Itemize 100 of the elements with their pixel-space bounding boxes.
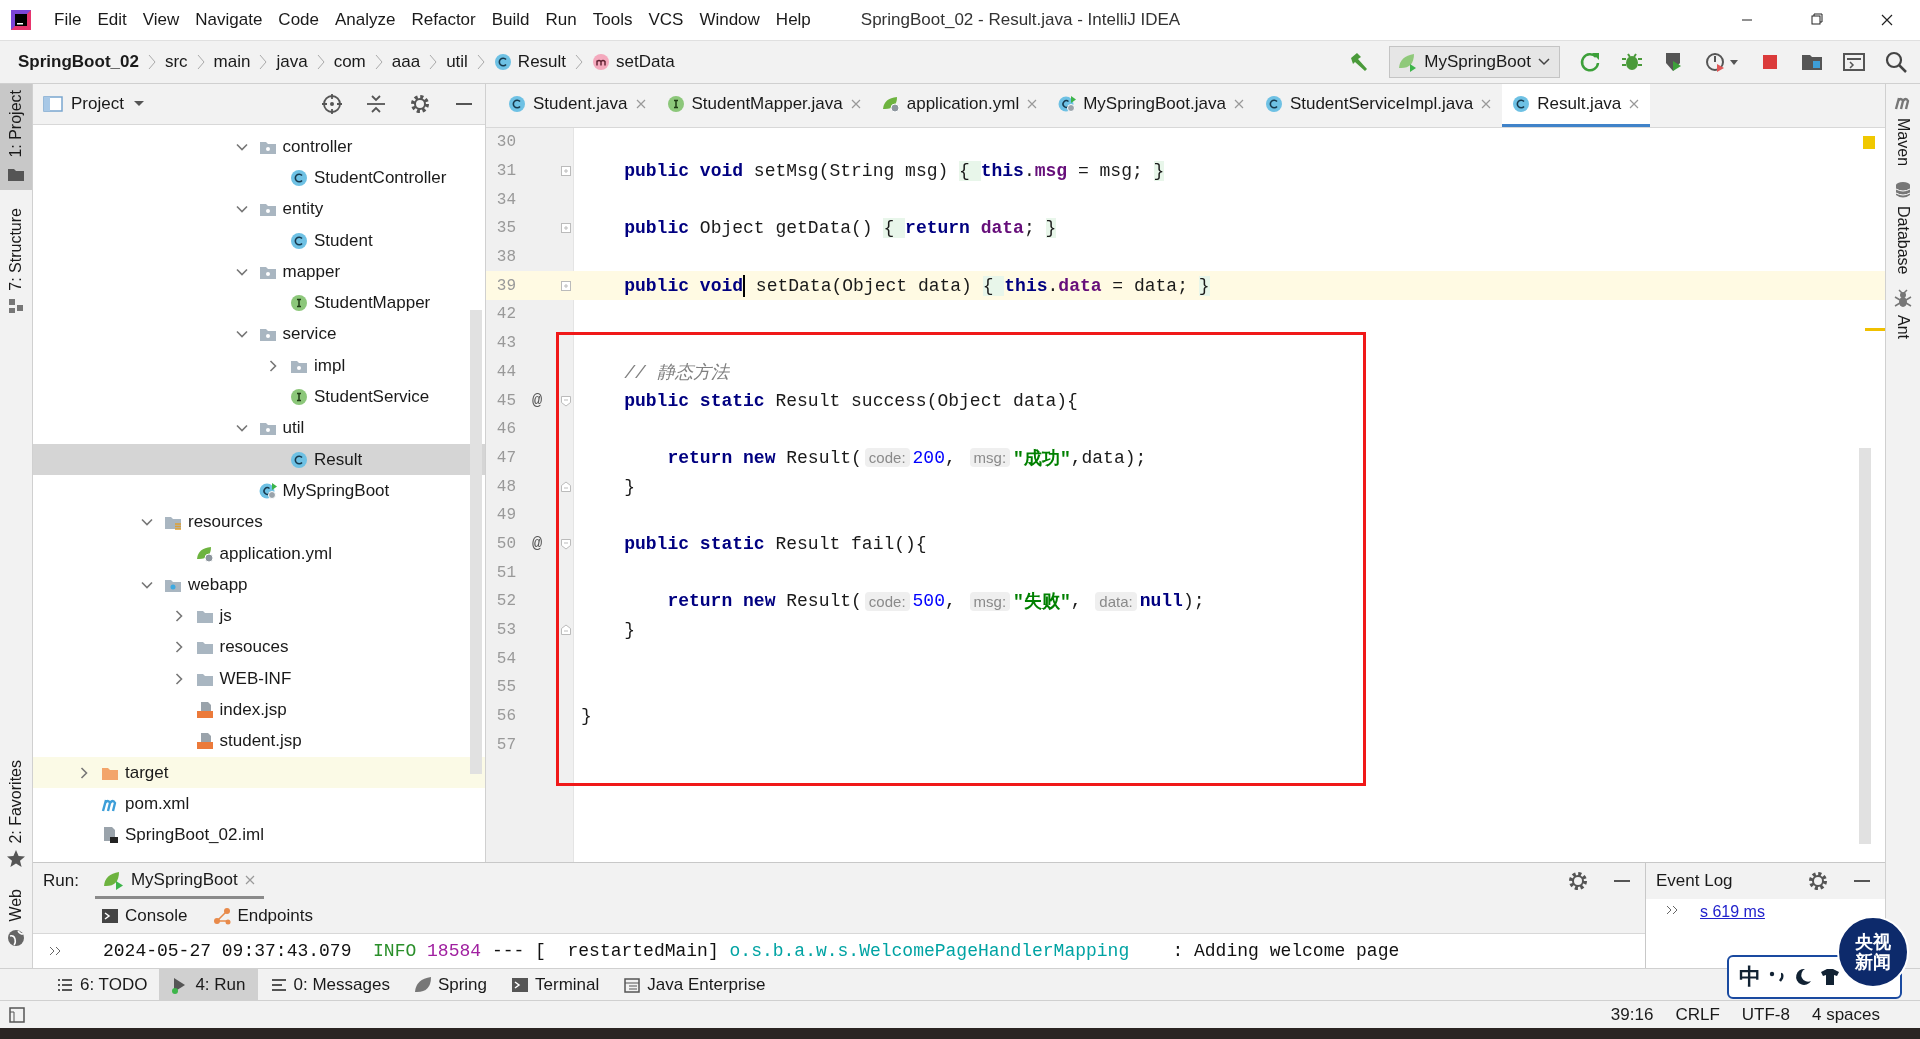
tool-window-tab[interactable]: 0: Messages (257, 969, 402, 1000)
status-item[interactable]: UTF-8 (1741, 1004, 1790, 1025)
tree-item[interactable]: resources (33, 506, 485, 538)
console-tab[interactable]: Endpoints (213, 906, 313, 926)
code-line: public void setMsg(String msg) { this.msg = msg; } (623, 161, 1165, 182)
line-number: 51 (495, 563, 516, 582)
menu-item[interactable]: Help (767, 6, 819, 34)
line-number: 34 (495, 190, 516, 209)
breadcrumb[interactable]: aaa (391, 52, 421, 72)
menu-item[interactable]: Edit (89, 6, 135, 34)
tool-window-tab[interactable]: 4: Run (159, 969, 258, 1000)
code-line: return new Result( code: 200, msg: "成功",data); (666, 446, 1147, 470)
line-number: 42 (495, 305, 516, 324)
tool-window-button[interactable]: 1: Project (0, 84, 32, 190)
tree-item[interactable]: resouces (33, 631, 485, 664)
tree-item[interactable]: service (33, 318, 485, 351)
tree-item[interactable]: WEB-INF (33, 663, 485, 695)
tree-item[interactable]: util (33, 412, 485, 444)
run-configuration-dropdown[interactable]: MySpringBoot (1389, 46, 1560, 78)
line-number: 45 (495, 391, 516, 410)
tree-item[interactable]: StudentService (33, 381, 485, 413)
menu-item[interactable]: VCS (640, 6, 692, 34)
menu-item[interactable]: Tools (584, 6, 641, 34)
tree-item[interactable]: student.jsp (33, 725, 485, 757)
tool-window-tab[interactable]: Terminal (499, 969, 612, 1000)
console-line: 2024-05-27 09:37:43.079 INFO 18584 --- [ restartedMain] o.s.b.a.w.s.WelcomePageHandlerMapping : Adding welcome page (103, 941, 1400, 961)
tree-item[interactable]: webapp (33, 569, 485, 601)
menu-item[interactable]: Window (691, 6, 768, 34)
code-line: } (623, 620, 635, 641)
code-line: public static Result fail(){ (623, 533, 927, 554)
line-number: 56 (495, 707, 516, 726)
line-number: 48 (495, 477, 516, 496)
menu-item[interactable]: View (134, 6, 188, 34)
code-line: return new Result( code: 500, msg: "失败", data: null); (666, 590, 1205, 614)
status-item[interactable]: 4 spaces (1811, 1004, 1880, 1025)
line-number: 52 (495, 592, 516, 611)
breadcrumb[interactable]: com (333, 52, 366, 72)
tree-item[interactable]: entity (33, 193, 485, 225)
input-mode[interactable]: 中 (1739, 962, 1761, 992)
tool-window-tab[interactable]: Spring (401, 969, 500, 1000)
tree-item[interactable]: impl (33, 350, 485, 382)
log-link[interactable]: s 619 ms (1700, 903, 1765, 921)
breadcrumb[interactable]: java (276, 52, 308, 72)
tree-item[interactable]: Result (33, 443, 485, 476)
override-marker[interactable]: @ (531, 534, 543, 554)
editor-tab[interactable]: StudentServiceImpl.java (1254, 84, 1503, 127)
menu-item[interactable]: Refactor (403, 6, 484, 34)
tree-item[interactable]: index.jsp (33, 694, 485, 726)
line-number: 50 (495, 534, 516, 553)
console-tab[interactable]: Console (101, 906, 188, 926)
breadcrumb[interactable]: util (446, 52, 468, 72)
panel-label: Run: (43, 871, 79, 891)
tool-window-button[interactable]: 7: Structure (0, 201, 32, 323)
run-tab[interactable]: MySpringBoot (94, 863, 264, 899)
editor-tab[interactable]: Student.java (498, 84, 657, 127)
menu-item[interactable]: File (46, 6, 90, 34)
status-item[interactable]: 39:16 (1610, 1004, 1654, 1025)
tool-window-button[interactable]: 2: Favorites (0, 753, 32, 876)
tree-item[interactable]: StudentController (33, 162, 485, 194)
line-number: 31 (495, 162, 516, 181)
menu-item[interactable]: Analyze (327, 6, 404, 34)
tree-item[interactable]: SpringBoot_02.iml (33, 819, 485, 851)
tree-item[interactable]: js (33, 600, 485, 632)
menu-item[interactable]: Build (483, 6, 538, 34)
editor-tab[interactable]: application.yml (871, 84, 1049, 127)
tool-window-button[interactable]: Database (1886, 180, 1920, 275)
tool-window-button[interactable]: Web (0, 883, 32, 954)
tree-item[interactable]: application.yml (33, 537, 485, 570)
tree-item[interactable]: mapper (33, 256, 485, 288)
tool-window-button[interactable]: Ant (1886, 288, 1920, 339)
menu-item[interactable]: Code (270, 6, 327, 34)
tree-item[interactable]: StudentMapper (33, 287, 485, 319)
line-number: 43 (495, 334, 516, 353)
badge-text: 新闻 (1855, 952, 1891, 972)
line-number: 35 (495, 219, 516, 238)
breadcrumb[interactable]: Result (493, 52, 567, 72)
editor-tab[interactable]: StudentMapper.java (656, 84, 872, 127)
editor-tab[interactable]: Result.java (1502, 84, 1651, 127)
breadcrumb[interactable]: SpringBoot_02 (18, 52, 139, 72)
tool-window-tab[interactable]: Java Enterprise (611, 969, 778, 1000)
tree-item[interactable]: controller (33, 131, 485, 163)
tool-window-button[interactable]: Maven (1886, 92, 1920, 167)
status-item[interactable]: CRLF (1675, 1004, 1720, 1025)
menu-item[interactable]: Navigate (187, 6, 271, 34)
tree-item[interactable]: target (33, 756, 485, 789)
tree-item[interactable]: MySpringBoot (33, 475, 485, 507)
line-number: 53 (495, 621, 516, 640)
override-marker[interactable]: @ (531, 391, 543, 411)
editor-tab[interactable]: MySpringBoot.java (1048, 84, 1255, 127)
menu-item[interactable]: Run (537, 6, 585, 34)
breadcrumb[interactable]: src (164, 52, 188, 72)
tool-window-tab[interactable]: 6: TODO (44, 969, 160, 1000)
line-number: 55 (495, 678, 516, 697)
breadcrumb[interactable]: setData (592, 52, 675, 72)
code-line: public void setData(Object data) { this.data = data; } (623, 274, 1210, 297)
line-number: 39 (495, 276, 516, 295)
line-number: 47 (495, 448, 516, 467)
breadcrumb[interactable]: main (213, 52, 251, 72)
tree-item[interactable]: pom.xml (33, 788, 485, 820)
tree-item[interactable]: Student (33, 224, 485, 257)
